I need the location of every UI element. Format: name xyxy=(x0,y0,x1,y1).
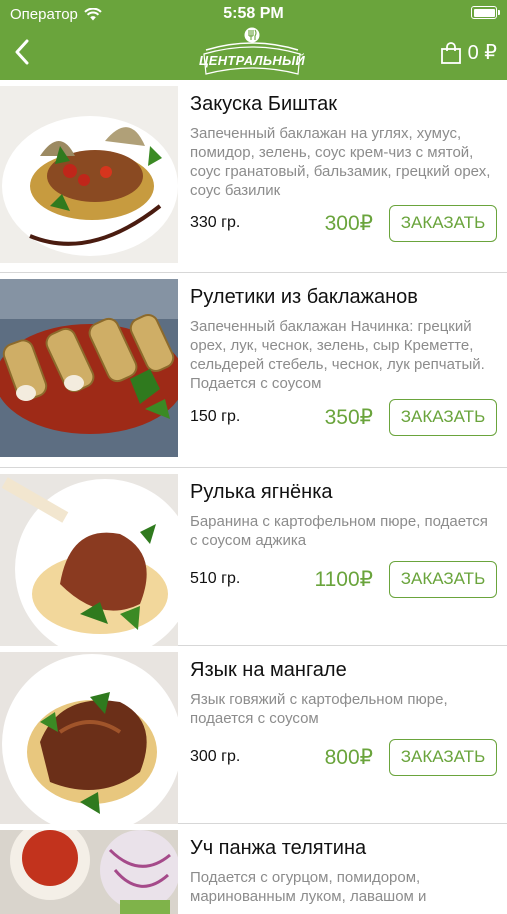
item-footer: 510 гр. 1100₽ ЗАКАЗАТЬ xyxy=(190,560,497,598)
dish-name: Язык на мангале xyxy=(190,659,347,681)
item-footer: 150 гр. 350₽ ЗАКАЗАТЬ xyxy=(190,398,497,436)
dish-price: 800₽ xyxy=(324,745,373,769)
dish-photo xyxy=(0,279,178,457)
menu-item[interactable]: Рулетики из баклажанов Запеченный баклаж… xyxy=(0,273,507,468)
chevron-left-icon xyxy=(15,39,29,65)
order-button[interactable]: ЗАКАЗАТЬ xyxy=(389,204,497,242)
menu-item[interactable]: Закуска Биштак Запеченный баклажан на уг… xyxy=(0,80,507,273)
dish-description: Баранина с картофельном пюре, подается с… xyxy=(190,513,488,549)
dish-photo xyxy=(0,830,178,914)
menu-item[interactable]: Рулька ягнёнка Баранина с картофельном п… xyxy=(0,468,507,646)
dish-weight: 330 гр. xyxy=(190,214,241,231)
logo-text: ЦЕНТРАЛЬНЫЙ xyxy=(198,53,306,68)
item-footer: 300 гр. 800₽ ЗАКАЗАТЬ xyxy=(190,738,497,776)
dish-price: 300₽ xyxy=(324,211,373,235)
dish-weight: 510 гр. xyxy=(190,570,241,587)
restaurant-logo: ЦЕНТРАЛЬНЫЙ xyxy=(198,26,306,78)
dish-photo xyxy=(0,86,178,263)
dish-price: 1100₽ xyxy=(314,567,373,591)
item-info: Язык на мангале Язык говяжий с картофель… xyxy=(190,658,497,728)
dish-price: 350₽ xyxy=(324,405,373,429)
app-header: Оператор 5:58 PM ЦЕНТРАЛЬНЫЙ 0 ₽ xyxy=(0,0,507,80)
dish-description: Запеченный баклажан на углях, хумус, пом… xyxy=(190,125,491,199)
dish-name: Уч панжа телятина xyxy=(190,837,367,859)
dish-photo xyxy=(0,474,178,646)
battery-icon xyxy=(471,6,500,19)
menu-item[interactable]: Уч панжа телятина Подается с огурцом, по… xyxy=(0,824,507,914)
shopping-bag-icon xyxy=(440,41,461,64)
cart-button[interactable]: 0 ₽ xyxy=(440,40,497,65)
order-button[interactable]: ЗАКАЗАТЬ xyxy=(389,560,497,598)
item-info: Рулька ягнёнка Баранина с картофельном п… xyxy=(190,480,497,550)
dish-name: Рулька ягнёнка xyxy=(190,481,333,503)
dish-weight: 300 гр. xyxy=(190,748,241,765)
dish-name: Закуска Биштак xyxy=(190,93,337,115)
item-info: Уч панжа телятина Подается с огурцом, по… xyxy=(190,836,497,906)
dish-description: Подается с огурцом, помидором, маринован… xyxy=(190,869,427,905)
cart-total: 0 ₽ xyxy=(467,42,497,64)
item-footer: 330 гр. 300₽ ЗАКАЗАТЬ xyxy=(190,204,497,242)
dish-description: Язык говяжий с картофельном пюре, подает… xyxy=(190,691,448,727)
menu-item[interactable]: Язык на мангале Язык говяжий с картофель… xyxy=(0,646,507,824)
logo-emblem-icon xyxy=(203,27,301,75)
item-info: Закуска Биштак Запеченный баклажан на уг… xyxy=(190,92,497,200)
status-time: 5:58 PM xyxy=(223,5,284,22)
menu-list: Закуска Биштак Запеченный баклажан на уг… xyxy=(0,80,507,914)
dish-weight: 150 гр. xyxy=(190,408,241,425)
order-button[interactable]: ЗАКАЗАТЬ xyxy=(389,398,497,436)
dish-photo xyxy=(0,652,178,824)
dish-description: Запеченный баклажан Начинка: грецкий оре… xyxy=(190,318,485,392)
dish-name: Рулетики из баклажанов xyxy=(190,286,418,308)
back-button[interactable] xyxy=(6,34,38,70)
item-info: Рулетики из баклажанов Запеченный баклаж… xyxy=(190,285,497,393)
status-bar: Оператор 5:58 PM xyxy=(0,0,507,28)
order-button[interactable]: ЗАКАЗАТЬ xyxy=(389,738,497,776)
